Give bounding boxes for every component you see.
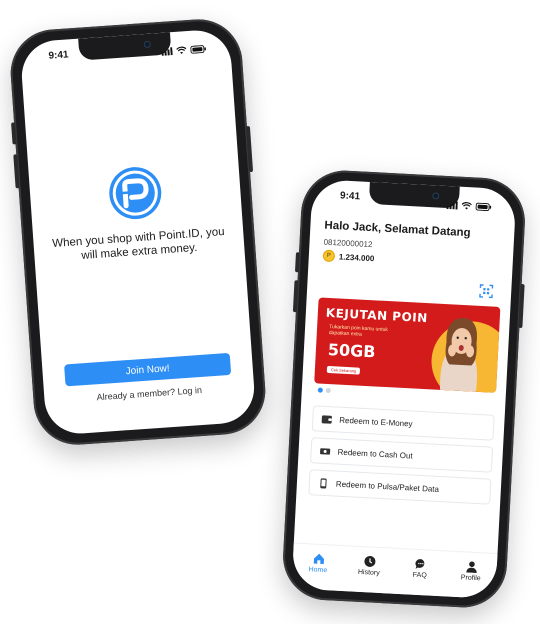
bottom-tab-bar: Home History FAQ Profile: [291, 542, 498, 600]
volume-button: [294, 252, 301, 273]
wallet-icon: [321, 414, 332, 424]
signal-icon: [161, 42, 173, 61]
welcome-phone: 9:41 When you shop with Point.ID, you wi…: [7, 16, 269, 448]
join-now-button[interactable]: Join Now!: [64, 352, 232, 387]
promo-banner[interactable]: KEJUTAN POIN Tukarkan poin kamu untuk da…: [314, 297, 501, 393]
tab-label: Profile: [460, 574, 481, 583]
banner-cta[interactable]: Cek Sekarang: [326, 365, 361, 375]
coin-icon: P: [322, 249, 336, 263]
mobile-icon: [318, 477, 329, 489]
wifi-icon: [176, 41, 187, 60]
battery-icon: [475, 198, 492, 217]
notch: [78, 32, 172, 61]
tab-label: Home: [308, 566, 328, 575]
volume-button: [11, 122, 17, 145]
clock-icon: [363, 555, 376, 568]
banner-subtitle: Tukarkan poin kamu untuk dapatkan extra: [328, 324, 388, 338]
welcome-screen: 9:41 When you shop with Point.ID, you wi…: [19, 28, 257, 436]
banner-woman-image: [430, 311, 490, 392]
tab-label: FAQ: [412, 571, 427, 580]
tab-profile[interactable]: Profile: [451, 560, 492, 583]
status-time: 9:41: [339, 190, 361, 203]
chat-icon: [414, 558, 427, 571]
carousel-dots: [317, 387, 331, 394]
home-icon: [312, 552, 325, 565]
tab-home[interactable]: Home: [298, 552, 339, 575]
redeem-cashout-button[interactable]: Redeem to Cash Out: [309, 437, 494, 473]
signal-icon: [446, 196, 458, 215]
phone-number: 08120000012: [323, 237, 373, 250]
battery-icon: [190, 40, 207, 59]
qr-scan-icon[interactable]: [475, 280, 498, 303]
home-phone: 9:41 Halo Jack, Selamat Datang 081200000…: [280, 168, 528, 610]
carousel-dot[interactable]: [325, 387, 331, 394]
power-button: [518, 283, 525, 329]
status-icons: [446, 196, 492, 216]
volume-button: [13, 154, 20, 189]
power-button: [245, 125, 254, 173]
menu-label: Redeem to Cash Out: [337, 447, 413, 461]
menu-label: Redeem to E-Money: [339, 415, 413, 428]
carousel-dot[interactable]: [317, 387, 323, 393]
banner-title: KEJUTAN POIN: [325, 305, 429, 326]
status-icons: [161, 40, 207, 61]
volume-button: [292, 280, 299, 313]
cash-icon: [319, 446, 331, 456]
status-time: 9:41: [48, 49, 69, 62]
menu-label: Redeem to Pulsa/Paket Data: [335, 479, 440, 494]
redeem-pulsa-button[interactable]: Redeem to Pulsa/Paket Data: [308, 469, 492, 505]
user-icon: [465, 560, 478, 574]
banner-big-text: 50GB: [327, 339, 376, 362]
tab-history[interactable]: History: [349, 554, 390, 577]
points-balance: P 1.234.000: [322, 249, 375, 265]
tab-faq[interactable]: FAQ: [400, 557, 441, 580]
home-screen: 9:41 Halo Jack, Selamat Datang 081200000…: [291, 178, 517, 600]
tab-label: History: [357, 568, 380, 577]
greeting-title: Halo Jack, Selamat Datang: [324, 219, 471, 240]
wifi-icon: [461, 197, 472, 215]
redeem-emoney-button[interactable]: Redeem to E-Money: [311, 405, 495, 441]
points-value: 1.234.000: [338, 251, 375, 263]
tagline: When you shop with Point.ID, you will ma…: [51, 225, 225, 262]
point-id-logo-icon: [105, 163, 165, 223]
